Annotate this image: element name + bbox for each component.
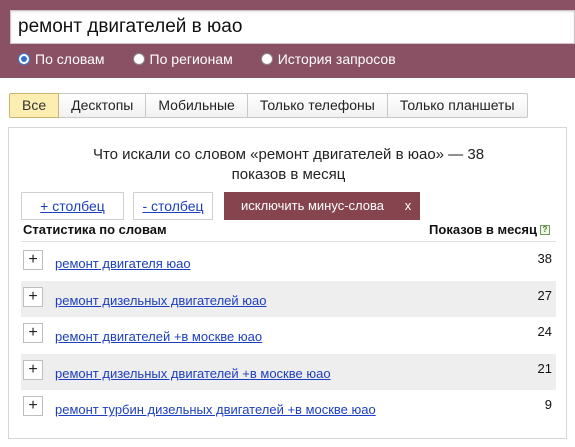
keyword-table: + ремонт двигателя юао 38 + ремонт дизел… <box>21 244 556 427</box>
add-keyword-plus-icon[interactable]: + <box>23 396 43 417</box>
exclude-minus-words-button[interactable]: исключить минус-слова <box>224 192 401 220</box>
impressions-count: 9 <box>544 397 552 413</box>
panel-title: Что искали со словом «ремонт двигателей … <box>9 145 568 185</box>
table-row: + ремонт дизельных двигателей +в москве … <box>21 353 556 391</box>
radio-checked-icon[interactable] <box>18 53 30 65</box>
panel-title-line2: показов в месяц <box>231 166 346 183</box>
help-icon[interactable]: ? <box>540 224 550 235</box>
mode-history[interactable]: История запросов <box>260 51 396 67</box>
tab-all[interactable]: Все <box>9 93 60 118</box>
impressions-count: 27 <box>537 287 552 303</box>
device-tabs: Все Десктопы Мобильные Только телефоны Т… <box>9 93 528 118</box>
table-row: + ремонт двигателя юао 38 <box>21 244 556 281</box>
keyword-link[interactable]: ремонт дизельных двигателей юао <box>55 293 267 308</box>
tab-phones-only[interactable]: Только телефоны <box>247 93 388 118</box>
impressions-count: 24 <box>537 324 552 340</box>
keyword-link[interactable]: ремонт турбин дизельных двигателей +в мо… <box>55 402 376 417</box>
table-row: + ремонт турбин дизельных двигателей +в … <box>21 390 556 427</box>
impressions-count: 21 <box>537 360 552 376</box>
remove-column-button[interactable]: - столбец <box>133 192 213 220</box>
add-column-button[interactable]: + столбец <box>21 192 124 220</box>
tab-desktops[interactable]: Десктопы <box>59 93 147 118</box>
mode-by-regions[interactable]: По регионам <box>132 51 233 67</box>
add-keyword-plus-icon[interactable]: + <box>23 286 43 307</box>
add-keyword-plus-icon[interactable]: + <box>23 250 43 270</box>
keyword-link[interactable]: ремонт двигателей +в москве юао <box>55 329 262 344</box>
search-mode-group: По словам По регионам История запросов <box>18 48 424 70</box>
stats-panel: Что искали со словом «ремонт двигателей … <box>8 127 567 439</box>
column-header-impressions-label: Показов в месяц <box>429 222 537 237</box>
column-header-impressions: Показов в месяц ? <box>429 222 550 237</box>
header-divider <box>21 241 556 242</box>
mode-history-label: История запросов <box>277 51 396 67</box>
keyword-link[interactable]: ремонт двигателя юао <box>55 256 191 271</box>
mode-by-words-label: По словам <box>35 51 105 67</box>
table-row: + ремонт дизельных двигателей юао 27 <box>21 280 556 318</box>
keyword-link[interactable]: ремонт дизельных двигателей +в москве юа… <box>55 366 331 381</box>
add-keyword-plus-icon[interactable]: + <box>23 359 43 380</box>
radio-unchecked-icon[interactable] <box>132 53 145 65</box>
column-header-words: Статистика по словам <box>23 222 167 237</box>
add-keyword-plus-icon[interactable]: + <box>23 323 43 344</box>
close-button[interactable]: x <box>396 192 420 220</box>
mode-by-regions-label: По регионам <box>149 51 233 67</box>
impressions-count: 38 <box>537 251 552 266</box>
mode-by-words[interactable]: По словам <box>18 51 105 67</box>
search-header: ремонт двигателей в юао По словам По рег… <box>0 0 575 78</box>
search-input[interactable]: ремонт двигателей в юао <box>10 10 575 44</box>
tab-mobile[interactable]: Мобильные <box>146 93 248 118</box>
radio-unchecked-icon[interactable] <box>260 53 273 65</box>
panel-title-line1: Что искали со словом «ремонт двигателей … <box>92 146 485 163</box>
tab-tablets-only[interactable]: Только планшеты <box>387 93 528 118</box>
table-row: + ремонт двигателей +в москве юао 24 <box>21 317 556 354</box>
